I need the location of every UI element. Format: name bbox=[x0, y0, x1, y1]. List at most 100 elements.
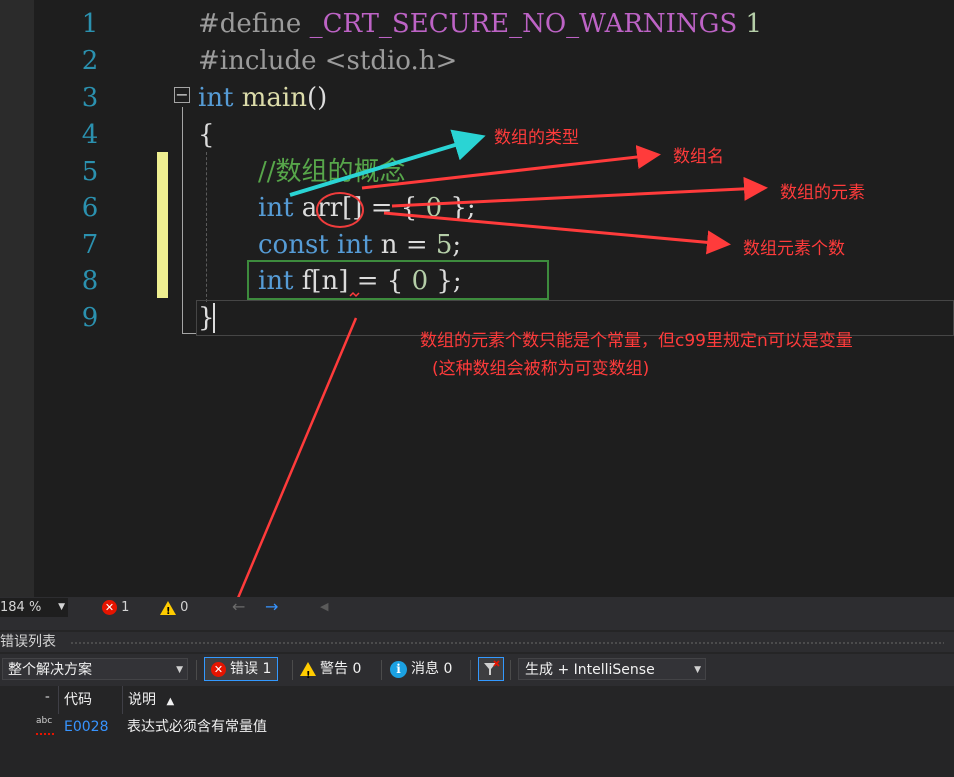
annotation-array-elements: 数组的元素 bbox=[780, 183, 865, 203]
filter-icon[interactable] bbox=[478, 657, 504, 681]
macro-name: _CRT_SECURE_NO_WARNINGS bbox=[309, 9, 738, 39]
messages-filter-label: 消息 0 bbox=[411, 661, 453, 677]
warning-count-indicator[interactable]: ! 0 bbox=[160, 599, 189, 617]
column-options-icon[interactable]: ⁼ bbox=[40, 686, 59, 714]
line-number: 9 bbox=[81, 303, 99, 333]
toolbar-separator bbox=[470, 660, 471, 680]
line-number: 8 bbox=[81, 266, 99, 296]
function-name: main bbox=[241, 83, 307, 113]
editor-status-bar: 184 % ▼ ✕ 1 ! 0 ← → ◀ bbox=[0, 597, 954, 618]
editor-left-margin bbox=[0, 0, 34, 597]
annotation-element-count: 数组元素个数 bbox=[743, 239, 845, 259]
preprocessor-directive: #include bbox=[198, 46, 317, 76]
error-count-indicator[interactable]: ✕ 1 bbox=[102, 599, 129, 616]
code-line-1[interactable]: #define _CRT_SECURE_NO_WARNINGS 1 bbox=[198, 6, 762, 42]
error-icon: ✕ bbox=[102, 600, 117, 615]
toolbar-separator bbox=[381, 660, 382, 680]
statement-end: }; bbox=[442, 193, 476, 223]
table-row[interactable]: abc E0028 表达式必须含有常量值 bbox=[0, 714, 954, 740]
panel-title: 错误列表 bbox=[0, 634, 56, 650]
keyword-int: int bbox=[337, 230, 373, 260]
error-list-panel: 错误列表 整个解决方案 ▼ ✕ 错误 1 ! 警告 0 i 消息 0 生成 + Inte… bbox=[0, 630, 954, 777]
error-list-toolbar: 整个解决方案 ▼ ✕ 错误 1 ! 警告 0 i 消息 0 生成 + IntelliSe… bbox=[0, 654, 954, 686]
annotation-note-line1: 数组的元素个数只能是个常量，但c99里规定n可以是变量 bbox=[420, 331, 853, 351]
navigate-forward-icon[interactable]: → bbox=[265, 597, 278, 616]
chevron-down-icon: ▼ bbox=[58, 602, 65, 612]
line-number: 6 bbox=[81, 193, 99, 223]
info-icon: i bbox=[390, 660, 407, 678]
warnings-filter-button[interactable]: ! 警告 0 bbox=[294, 657, 367, 681]
scroll-left-icon[interactable]: ◀ bbox=[320, 600, 328, 613]
warning-icon: ! bbox=[300, 662, 316, 681]
chevron-down-icon: ▼ bbox=[694, 665, 701, 675]
keyword-int: int bbox=[258, 193, 294, 223]
fold-guide-end bbox=[182, 333, 196, 334]
annotation-note-line2: (这种数组会被称为可变数组) bbox=[432, 359, 650, 379]
toolbar-separator bbox=[292, 660, 293, 680]
column-header-code[interactable]: 代码 bbox=[58, 686, 122, 714]
code-line-7[interactable]: const int n = 5; bbox=[258, 227, 461, 263]
line-number: 7 bbox=[81, 230, 99, 260]
build-source-dropdown[interactable]: 生成 + IntelliSense ▼ bbox=[518, 658, 706, 680]
warning-icon: ! bbox=[160, 600, 176, 617]
column-code-label: 代码 bbox=[64, 692, 92, 708]
scope-dropdown[interactable]: 整个解决方案 ▼ bbox=[2, 658, 188, 680]
build-source-value: 生成 + IntelliSense bbox=[525, 662, 655, 678]
macro-value: 1 bbox=[745, 9, 763, 39]
line-number: 2 bbox=[81, 46, 99, 76]
keyword-const: const bbox=[258, 230, 329, 260]
line-number: 1 bbox=[81, 9, 99, 39]
code-editor[interactable]: 1 2 3 4 5 6 7 8 9 − #define _CRT_SECURE_… bbox=[0, 0, 954, 597]
code-line-5[interactable]: //数组的概念 bbox=[258, 154, 406, 190]
navigate-back-icon[interactable]: ← bbox=[232, 597, 245, 616]
error-code[interactable]: E0028 bbox=[64, 714, 108, 740]
highlight-box bbox=[247, 260, 549, 300]
line-number: 5 bbox=[81, 157, 99, 187]
sort-ascending-icon: ▲ bbox=[166, 696, 175, 707]
column-description-label: 说明 bbox=[128, 692, 156, 708]
parens: () bbox=[307, 83, 328, 113]
code-line-2[interactable]: #include <stdio.h> bbox=[198, 43, 457, 79]
error-count: 1 bbox=[121, 600, 130, 615]
text-caret bbox=[213, 303, 215, 333]
annotation-array-name: 数组名 bbox=[673, 147, 724, 167]
error-description: 表达式必须含有常量值 bbox=[127, 719, 267, 735]
include-header: <stdio.h> bbox=[324, 46, 458, 76]
warning-count: 0 bbox=[180, 600, 189, 615]
chevron-down-icon: ▼ bbox=[176, 665, 183, 675]
toolbar-separator bbox=[510, 660, 511, 680]
drag-grip bbox=[70, 641, 944, 644]
code-line-3[interactable]: int main() bbox=[198, 80, 327, 116]
line-number: 3 bbox=[81, 83, 99, 113]
error-list-header: ⁼ 代码 说明 ▲ bbox=[0, 686, 954, 714]
zoom-value: 184 % bbox=[0, 600, 42, 615]
errors-filter-button[interactable]: ✕ 错误 1 bbox=[204, 657, 279, 681]
comment: //数组的概念 bbox=[258, 157, 406, 187]
variable-declaration: n = bbox=[372, 230, 436, 260]
warnings-filter-label: 警告 0 bbox=[320, 661, 362, 677]
collapse-icon[interactable]: − bbox=[174, 87, 190, 103]
column-header-description[interactable]: 说明 ▲ bbox=[122, 686, 954, 714]
open-brace: { bbox=[198, 120, 215, 150]
errors-filter-label: 错误 1 bbox=[230, 661, 272, 677]
zoom-dropdown[interactable]: 184 % ▼ bbox=[0, 598, 68, 617]
number-literal: 0 bbox=[425, 193, 443, 223]
panel-splitter[interactable] bbox=[0, 618, 954, 630]
messages-filter-button[interactable]: i 消息 0 bbox=[384, 657, 458, 681]
fold-guide-line bbox=[182, 107, 183, 333]
semicolon: ; bbox=[452, 230, 462, 260]
code-line-4[interactable]: { bbox=[198, 117, 215, 153]
scope-value: 整个解决方案 bbox=[8, 662, 92, 678]
keyword-int: int bbox=[198, 83, 234, 113]
annotation-array-type: 数组的类型 bbox=[494, 128, 579, 148]
indent-guide bbox=[206, 152, 207, 302]
error-icon: ✕ bbox=[211, 661, 226, 677]
preprocessor-directive: #define bbox=[198, 9, 302, 39]
code-line-6[interactable]: int arr[] = { 0 }; bbox=[258, 190, 476, 226]
intellisense-error-icon: abc bbox=[36, 717, 56, 735]
toolbar-separator bbox=[196, 660, 197, 680]
change-indicator-bar bbox=[157, 152, 168, 298]
line-number: 4 bbox=[81, 120, 99, 150]
number-literal: 5 bbox=[435, 230, 453, 260]
panel-title-bar[interactable]: 错误列表 bbox=[0, 632, 954, 652]
